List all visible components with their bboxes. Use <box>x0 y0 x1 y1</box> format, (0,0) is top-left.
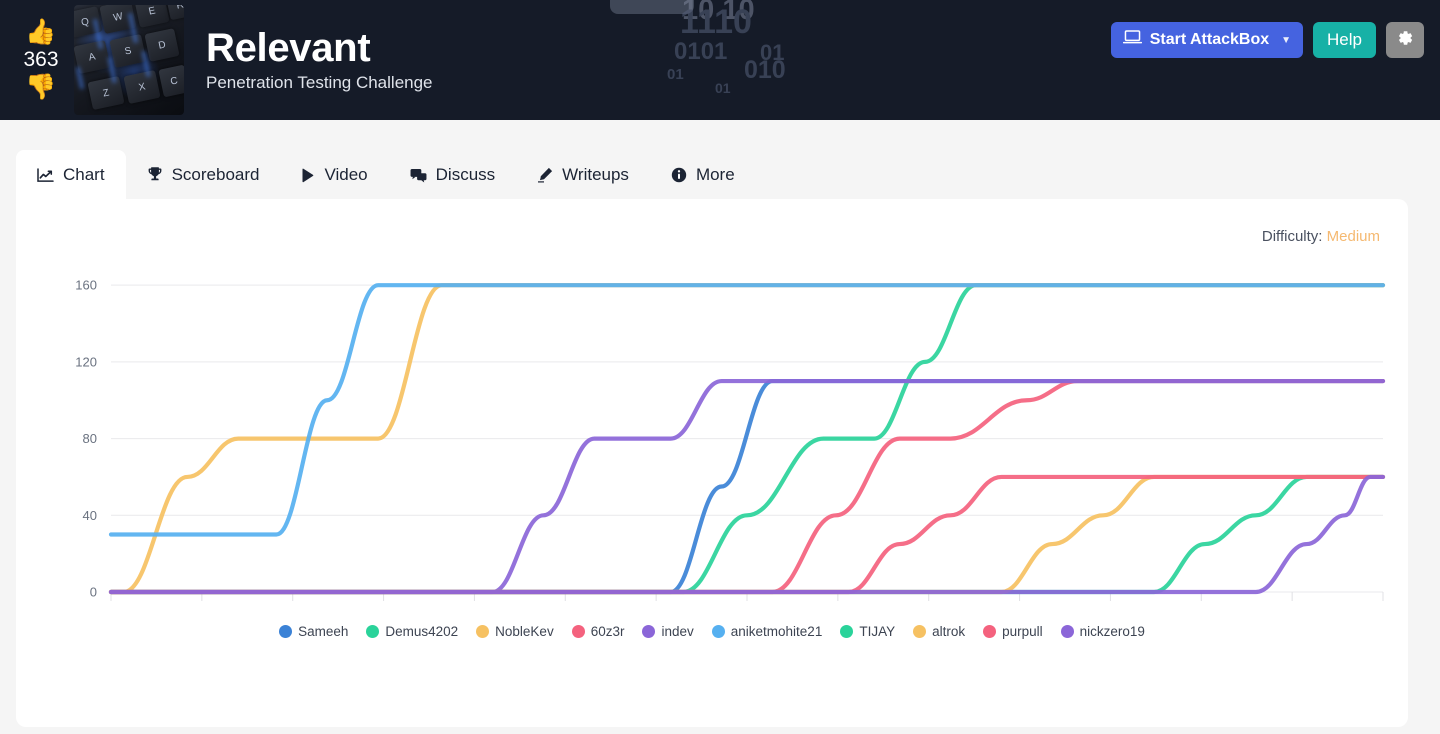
legend-item[interactable]: TIJAY <box>840 624 895 639</box>
tab-writeups[interactable]: Writeups <box>516 150 650 200</box>
legend-label: purpull <box>1002 624 1043 639</box>
completion-chart: 0 40 80 120 160 <box>16 254 1408 674</box>
chart-series-line[interactable] <box>108 474 1386 595</box>
vote-control: 👍 363 👎 <box>10 20 72 99</box>
chart-card: Difficulty: Medium 0 40 80 120 160 Sameeh Dem… <box>16 199 1408 727</box>
chart-series-line[interactable] <box>108 283 1386 537</box>
svg-text:40: 40 <box>83 508 97 523</box>
svg-text:0: 0 <box>90 585 97 600</box>
chevron-down-icon[interactable]: ▼ <box>1281 35 1291 46</box>
start-attackbox-label: Start AttackBox <box>1149 31 1270 48</box>
page-title: Relevant <box>206 26 371 70</box>
legend-color-dot <box>983 625 997 638</box>
binary-text: 01 <box>715 80 731 96</box>
info-circle-icon <box>671 167 687 183</box>
legend-color-dot <box>279 625 293 638</box>
legend-item[interactable]: aniketmohite21 <box>711 624 823 639</box>
legend-color-dot <box>571 625 585 638</box>
chart-series-line[interactable] <box>108 378 1386 595</box>
thumbs-down-icon[interactable]: 👎 <box>25 74 56 100</box>
legend-item[interactable]: 60z3r <box>571 624 625 639</box>
legend-color-dot <box>840 625 854 638</box>
legend-label: altrok <box>932 624 966 639</box>
legend-label: aniketmohite21 <box>730 624 823 639</box>
difficulty-label: Difficulty: <box>1261 228 1323 245</box>
laptop-icon <box>1122 30 1142 50</box>
tab-chart[interactable]: Chart <box>16 150 126 200</box>
chart-line-icon <box>37 167 54 183</box>
chart-svg[interactable]: 0 40 80 120 160 <box>16 254 1408 624</box>
chart-series-line[interactable] <box>108 378 1386 595</box>
binary-code-decoration: 10 10 1110 0101 01 01 010 01 <box>612 0 842 104</box>
comments-icon <box>410 168 427 183</box>
header-pill-decoration <box>610 0 694 14</box>
svg-text:120: 120 <box>75 354 97 369</box>
binary-text: 010 <box>744 56 786 84</box>
page-subtitle: Penetration Testing Challenge <box>206 73 433 92</box>
tab-scoreboard-label: Scoreboard <box>171 165 260 184</box>
difficulty-value: Medium <box>1326 228 1380 245</box>
binary-text: 0101 <box>674 38 728 65</box>
chart-series-line[interactable] <box>108 474 1386 595</box>
tab-more[interactable]: More <box>650 150 756 200</box>
legend-label: NobleKev <box>495 624 554 639</box>
tab-scoreboard[interactable]: Scoreboard <box>126 150 281 200</box>
legend-item[interactable]: indev <box>642 624 694 639</box>
legend-label: 60z3r <box>590 624 625 639</box>
legend-item[interactable]: Sameeh <box>279 624 348 639</box>
vote-count: 363 <box>23 48 59 72</box>
room-tabs: Chart Scoreboard Video Discuss Writeups … <box>16 150 756 200</box>
room-header: 10 10 1110 0101 01 01 010 01 👍 363 👎 Q W… <box>0 0 1440 120</box>
legend-color-dot <box>642 625 656 638</box>
tab-video[interactable]: Video <box>280 150 388 200</box>
tab-discuss-label: Discuss <box>435 165 496 184</box>
difficulty-indicator: Difficulty: Medium <box>1262 228 1380 245</box>
legend-item[interactable]: NobleKev <box>476 624 554 639</box>
chart-series-line[interactable] <box>108 474 1386 595</box>
legend-label: Sameeh <box>298 624 349 639</box>
svg-text:160: 160 <box>75 278 97 293</box>
legend-item[interactable]: purpull <box>983 624 1043 639</box>
legend-item[interactable]: altrok <box>913 624 965 639</box>
svg-text:80: 80 <box>83 431 97 446</box>
gear-icon <box>1396 29 1414 52</box>
legend-color-dot <box>366 625 380 638</box>
room-title-block: Relevant Penetration Testing Challenge <box>206 27 433 93</box>
chart-legend: Sameeh Demus4202 NobleKev 60z3r indev aniketm… <box>16 624 1408 639</box>
chart-series-line[interactable] <box>108 378 1386 595</box>
tab-chart-label: Chart <box>63 165 105 184</box>
settings-button[interactable] <box>1386 22 1424 58</box>
start-attackbox-button[interactable]: Start AttackBox ▼ <box>1110 22 1304 58</box>
header-actions: Start AttackBox ▼ Help <box>1110 22 1424 58</box>
legend-color-dot <box>711 625 725 638</box>
legend-color-dot <box>913 625 927 638</box>
legend-label: TIJAY <box>859 624 896 639</box>
play-icon <box>301 168 315 183</box>
pencil-icon <box>537 167 553 183</box>
legend-color-dot <box>476 625 490 638</box>
tab-video-label: Video <box>324 165 368 184</box>
binary-text: 01 <box>760 40 785 65</box>
legend-item[interactable]: Demus4202 <box>366 624 458 639</box>
room-thumbnail-image: Q W E R A S D Z X C <box>74 5 184 115</box>
tab-discuss[interactable]: Discuss <box>389 150 517 200</box>
tab-writeups-label: Writeups <box>562 165 629 184</box>
legend-label: nickzero19 <box>1079 624 1145 639</box>
help-button[interactable]: Help <box>1313 22 1376 58</box>
legend-item[interactable]: nickzero19 <box>1060 624 1145 639</box>
legend-label: Demus4202 <box>385 624 459 639</box>
thumbs-up-icon[interactable]: 👍 <box>25 20 56 45</box>
chart-series-line[interactable] <box>108 474 1386 595</box>
binary-text: 01 <box>667 66 684 83</box>
tab-more-label: More <box>695 165 735 184</box>
legend-label: indev <box>661 624 694 639</box>
trophy-icon <box>147 167 163 183</box>
legend-color-dot <box>1060 625 1074 638</box>
